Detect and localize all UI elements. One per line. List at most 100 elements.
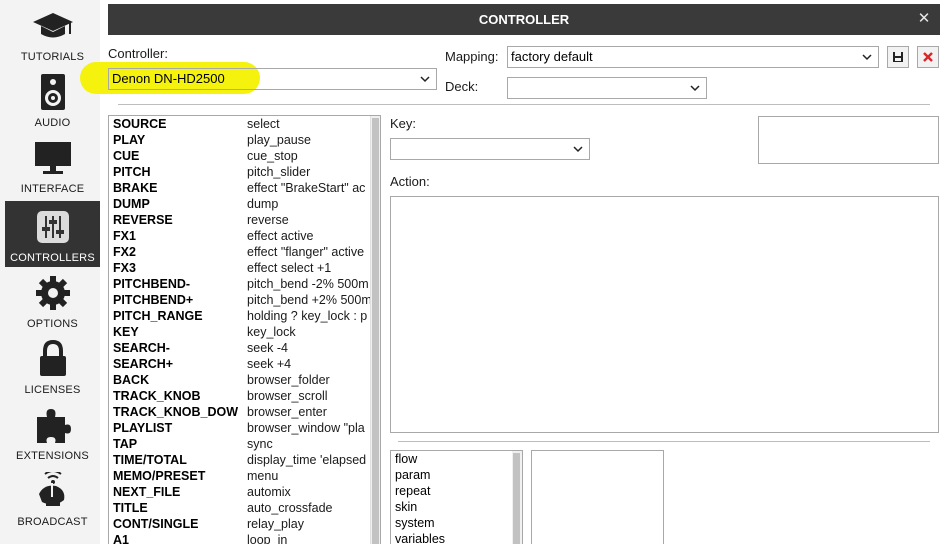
mapping-row[interactable]: A1 loop_in [109, 532, 371, 544]
divider [118, 104, 930, 105]
mapping-action: menu [247, 469, 279, 483]
mapping-key: MEMO/PRESET [113, 469, 206, 483]
category-list-scrollbar[interactable] [512, 451, 522, 544]
category-item[interactable]: flow [395, 451, 417, 467]
chevron-down-icon [420, 76, 430, 83]
mapping-row[interactable]: PITCH pitch_slider [109, 164, 371, 180]
action-category-list[interactable]: flow param repeat skin system variables [390, 450, 523, 544]
action-sublist[interactable] [531, 450, 664, 544]
graduation-cap-icon [5, 8, 100, 44]
sidebar-item-tutorials[interactable]: TUTORIALS [5, 0, 100, 66]
mapping-row[interactable]: FX2 effect "flanger" active [109, 244, 371, 260]
satellite-dish-icon [5, 472, 100, 509]
mapping-row[interactable]: CUE cue_stop [109, 148, 371, 164]
mapping-row[interactable]: TIME/TOTAL display_time 'elapsed [109, 452, 371, 468]
mapping-row[interactable]: NEXT_FILE automix [109, 484, 371, 500]
mapping-key: PLAY [113, 133, 146, 147]
mapping-action: effect "flanger" active [247, 245, 365, 259]
mapping-row[interactable]: MEMO/PRESET menu [109, 468, 371, 484]
divider [398, 441, 930, 442]
category-item[interactable]: repeat [395, 483, 430, 499]
mapping-row[interactable]: REVERSE reverse [109, 212, 371, 228]
mapping-row[interactable]: SEARCH+ seek +4 [109, 356, 371, 372]
sidebar-item-broadcast[interactable]: BROADCAST [5, 465, 100, 531]
mapping-action: browser_scroll [247, 389, 328, 403]
mapping-key: TIME/TOTAL [113, 453, 187, 467]
close-icon[interactable]: ✕ [916, 11, 932, 27]
mapping-key: TRACK_KNOB_DOW [113, 405, 238, 419]
category-item[interactable]: variables [395, 531, 445, 544]
mapping-row[interactable]: PITCHBEND+ pitch_bend +2% 500m [109, 292, 371, 308]
mapping-key: REVERSE [113, 213, 173, 227]
sidebar-item-extensions[interactable]: EXTENSIONS [5, 399, 100, 465]
sidebar-item-licenses[interactable]: LICENSES [5, 333, 100, 399]
mapping-row[interactable]: TITLE auto_crossfade [109, 500, 371, 516]
save-mapping-button[interactable] [887, 46, 909, 68]
category-item[interactable]: skin [395, 499, 417, 515]
mapping-row[interactable]: TAP sync [109, 436, 371, 452]
scrollbar-thumb[interactable] [372, 118, 379, 544]
mapping-action: seek -4 [247, 341, 288, 355]
deck-label: Deck: [445, 79, 479, 94]
mapping-row[interactable]: PITCH_RANGE holding ? key_lock : p [109, 308, 371, 324]
controller-label: Controller: [108, 46, 168, 61]
mapping-action: browser_enter [247, 405, 327, 419]
mapping-row[interactable]: FX1 effect active [109, 228, 371, 244]
mapping-list-scrollbar[interactable] [370, 116, 380, 544]
mapping-row[interactable]: TRACK_KNOB browser_scroll [109, 388, 371, 404]
mapping-row[interactable]: PLAYLIST browser_window "pla [109, 420, 371, 436]
action-editor[interactable] [390, 196, 939, 433]
sidebar-item-label: AUDIO [34, 117, 71, 129]
mapping-key: CUE [113, 149, 140, 163]
mapping-key: SEARCH- [113, 341, 170, 355]
mapping-list[interactable]: SOURCE select PLAY play_pause CUE cue_stop PIT… [108, 115, 381, 544]
mapping-action: sync [247, 437, 273, 451]
mapping-row[interactable]: BACK browser_folder [109, 372, 371, 388]
mapping-row[interactable]: TRACK_KNOB_DOW browser_enter [109, 404, 371, 420]
mapping-action: automix [247, 485, 291, 499]
mapping-row[interactable]: PLAY play_pause [109, 132, 371, 148]
category-item[interactable]: param [395, 467, 430, 483]
mapping-row[interactable]: FX3 effect select +1 [109, 260, 371, 276]
sidebar-item-label: LICENSES [24, 384, 81, 396]
sidebar-item-interface[interactable]: INTERFACE [5, 132, 100, 198]
deck-select[interactable] [507, 77, 707, 99]
mapping-row[interactable]: DUMP dump [109, 196, 371, 212]
delete-mapping-button[interactable] [917, 46, 939, 68]
mapping-row[interactable]: KEY key_lock [109, 324, 371, 340]
mapping-action: effect active [247, 229, 314, 243]
chevron-down-icon [690, 85, 700, 92]
mapping-key: BRAKE [113, 181, 158, 195]
sidebar-item-label: INTERFACE [20, 183, 85, 195]
mapping-action: key_lock [247, 325, 296, 339]
category-item[interactable]: system [395, 515, 435, 531]
mapping-row[interactable]: BRAKE effect "BrakeStart" ac [109, 180, 371, 196]
mapping-key: FX1 [113, 229, 136, 243]
controller-select[interactable]: Denon DN-HD2500 [108, 68, 437, 90]
sidebar-item-label: EXTENSIONS [16, 450, 89, 462]
mapping-row[interactable]: CONT/SINGLE relay_play [109, 516, 371, 532]
mapping-action: cue_stop [247, 149, 298, 163]
mapping-select-value: factory default [511, 49, 593, 64]
mapping-key: FX2 [113, 245, 136, 259]
key-info-box [758, 116, 939, 164]
key-select[interactable] [390, 138, 590, 160]
action-label: Action: [390, 174, 430, 189]
sidebar-item-options[interactable]: OPTIONS [5, 267, 100, 333]
mapping-label: Mapping: [445, 49, 499, 64]
mapping-row[interactable]: PITCHBEND-pitch_bend -2% 500m [109, 276, 371, 292]
scrollbar-thumb[interactable] [513, 453, 520, 544]
mapping-key: FX3 [113, 261, 136, 275]
mapping-key: PITCH [113, 165, 151, 179]
mapping-action: reverse [247, 213, 289, 227]
mapping-key: PITCHBEND+ [113, 293, 194, 307]
mapping-key: BACK [113, 373, 150, 387]
mapping-action: select [247, 117, 280, 131]
mapping-select[interactable]: factory default [507, 46, 879, 68]
mapping-row[interactable]: SOURCE select [109, 116, 371, 132]
mapping-row[interactable]: SEARCH-seek -4 [109, 340, 371, 356]
sidebar-item-controllers[interactable]: CONTROLLERS [5, 201, 100, 267]
title-bar: CONTROLLER ✕ [108, 4, 940, 35]
mapping-action: pitch_slider [247, 165, 311, 179]
sidebar-item-label: CONTROLLERS [10, 252, 95, 264]
